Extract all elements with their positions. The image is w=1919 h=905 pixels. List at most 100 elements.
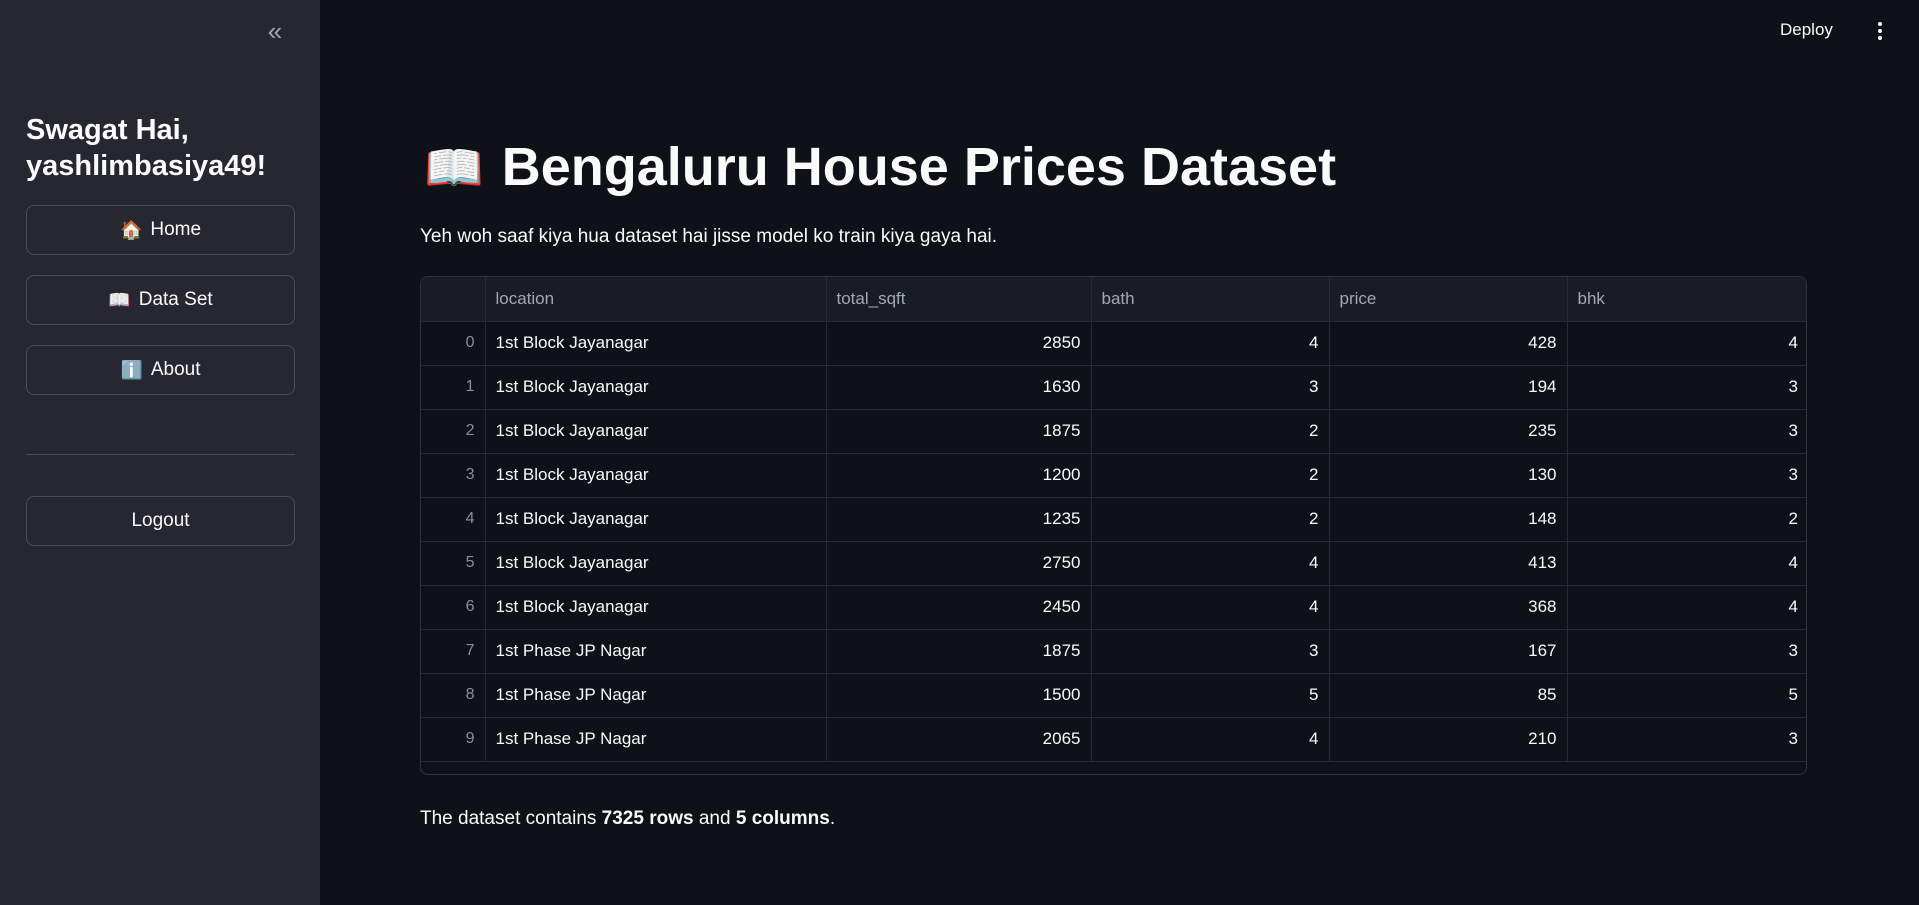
sidebar: « Swagat Hai, yashlimbasiya49! 🏠 Home 📖 … <box>0 0 320 905</box>
cell-bhk[interactable]: 3 <box>1567 717 1806 762</box>
cell-total-sqft[interactable]: 1200 <box>826 453 1092 498</box>
cell-price[interactable]: 413 <box>1329 541 1568 586</box>
cell-location[interactable]: 1st Block Jayanagar <box>485 321 827 366</box>
cell-bhk[interactable]: 3 <box>1567 409 1806 454</box>
logout-button[interactable]: Logout <box>26 496 295 546</box>
cell-bath[interactable]: 4 <box>1091 585 1330 630</box>
cell-bhk[interactable]: 2 <box>1567 497 1806 542</box>
cell-price[interactable]: 148 <box>1329 497 1568 542</box>
table-row[interactable]: 8 1st Phase JP Nagar 1500 5 85 5 <box>421 673 1806 718</box>
data-set-button[interactable]: 📖 Data Set <box>26 275 295 325</box>
house-icon: 🏠 <box>119 219 143 240</box>
table-row[interactable]: 2 1st Block Jayanagar 1875 2 235 3 <box>421 409 1806 454</box>
cell-total-sqft[interactable]: 2065 <box>826 717 1092 762</box>
table-row[interactable]: 4 1st Block Jayanagar 1235 2 148 2 <box>421 497 1806 542</box>
cell-bhk[interactable]: 5 <box>1567 673 1806 718</box>
page-title: 📖 Bengaluru House Prices Dataset <box>424 136 1336 198</box>
cell-total-sqft[interactable]: 2850 <box>826 321 1092 366</box>
cell-bhk[interactable]: 3 <box>1567 365 1806 410</box>
cell-location[interactable]: 1st Block Jayanagar <box>485 497 827 542</box>
cell-bath[interactable]: 2 <box>1091 497 1330 542</box>
column-header-bath[interactable]: bath <box>1091 277 1330 322</box>
table-body: 0 1st Block Jayanagar 2850 4 428 4 1 1st Block … <box>421 321 1806 762</box>
cell-total-sqft[interactable]: 1235 <box>826 497 1092 542</box>
table-row[interactable]: 1 1st Block Jayanagar 1630 3 194 3 <box>421 365 1806 410</box>
cell-bhk[interactable]: 3 <box>1567 629 1806 674</box>
cell-total-sqft[interactable]: 2750 <box>826 541 1092 586</box>
about-button[interactable]: ℹ️ About <box>26 345 295 395</box>
row-index[interactable]: 8 <box>421 673 486 718</box>
home-button-label: Home <box>150 219 202 240</box>
cell-location[interactable]: 1st Block Jayanagar <box>485 409 827 454</box>
dataset-summary: The dataset contains 7325 rows and 5 col… <box>420 808 835 830</box>
table-header-row: location total_sqft bath price bhk <box>421 277 1806 322</box>
column-header-price[interactable]: price <box>1329 277 1568 322</box>
cell-location[interactable]: 1st Block Jayanagar <box>485 541 827 586</box>
cell-bhk[interactable]: 4 <box>1567 585 1806 630</box>
column-header-index[interactable] <box>421 277 486 322</box>
cell-location[interactable]: 1st Phase JP Nagar <box>485 717 827 762</box>
cell-location[interactable]: 1st Phase JP Nagar <box>485 673 827 718</box>
cell-location[interactable]: 1st Phase JP Nagar <box>485 629 827 674</box>
cell-bhk[interactable]: 4 <box>1567 541 1806 586</box>
page-title-text: Bengaluru House Prices Dataset <box>501 137 1337 197</box>
row-index[interactable]: 9 <box>421 717 486 762</box>
row-index[interactable]: 1 <box>421 365 486 410</box>
cell-price[interactable]: 210 <box>1329 717 1568 762</box>
row-index[interactable]: 5 <box>421 541 486 586</box>
cell-bath[interactable]: 5 <box>1091 673 1330 718</box>
cell-bath[interactable]: 4 <box>1091 541 1330 586</box>
cell-price[interactable]: 235 <box>1329 409 1568 454</box>
cell-bath[interactable]: 4 <box>1091 717 1330 762</box>
sidebar-divider <box>26 454 295 455</box>
vertical-dots-icon[interactable] <box>1868 18 1892 44</box>
cell-total-sqft[interactable]: 1500 <box>826 673 1092 718</box>
data-set-button-label: Data Set <box>138 289 213 310</box>
cell-total-sqft[interactable]: 2450 <box>826 585 1092 630</box>
summary-suffix: . <box>829 808 836 829</box>
cell-total-sqft[interactable]: 1875 <box>826 409 1092 454</box>
book-icon: 📖 <box>424 141 484 195</box>
row-index[interactable]: 4 <box>421 497 486 542</box>
cell-location[interactable]: 1st Block Jayanagar <box>485 365 827 410</box>
cell-location[interactable]: 1st Block Jayanagar <box>485 585 827 630</box>
cell-bath[interactable]: 3 <box>1091 365 1330 410</box>
table-row[interactable]: 5 1st Block Jayanagar 2750 4 413 4 <box>421 541 1806 586</box>
dataframe-table[interactable]: location total_sqft bath price bhk 0 1st … <box>420 276 1807 775</box>
cell-price[interactable]: 194 <box>1329 365 1568 410</box>
cell-price[interactable]: 428 <box>1329 321 1568 366</box>
cell-price[interactable]: 130 <box>1329 453 1568 498</box>
table-row[interactable]: 6 1st Block Jayanagar 2450 4 368 4 <box>421 585 1806 630</box>
cell-bath[interactable]: 2 <box>1091 453 1330 498</box>
cell-price[interactable]: 85 <box>1329 673 1568 718</box>
deploy-button[interactable]: Deploy <box>1780 20 1833 44</box>
cell-price[interactable]: 368 <box>1329 585 1568 630</box>
cell-bath[interactable]: 2 <box>1091 409 1330 454</box>
cell-total-sqft[interactable]: 1630 <box>826 365 1092 410</box>
logout-button-label: Logout <box>131 510 190 531</box>
column-header-location[interactable]: location <box>485 277 827 322</box>
row-index[interactable]: 7 <box>421 629 486 674</box>
cell-price[interactable]: 167 <box>1329 629 1568 674</box>
collapse-sidebar-icon[interactable]: « <box>258 14 292 48</box>
cell-location[interactable]: 1st Block Jayanagar <box>485 453 827 498</box>
row-index[interactable]: 6 <box>421 585 486 630</box>
column-header-bhk[interactable]: bhk <box>1567 277 1806 322</box>
row-index[interactable]: 3 <box>421 453 486 498</box>
cell-bath[interactable]: 4 <box>1091 321 1330 366</box>
row-index[interactable]: 0 <box>421 321 486 366</box>
cell-bhk[interactable]: 4 <box>1567 321 1806 366</box>
about-button-label: About <box>150 359 201 380</box>
table-row[interactable]: 9 1st Phase JP Nagar 2065 4 210 3 <box>421 717 1806 762</box>
table-row[interactable]: 7 1st Phase JP Nagar 1875 3 167 3 <box>421 629 1806 674</box>
cell-total-sqft[interactable]: 1875 <box>826 629 1092 674</box>
column-header-total-sqft[interactable]: total_sqft <box>826 277 1092 322</box>
cell-bath[interactable]: 3 <box>1091 629 1330 674</box>
row-index[interactable]: 2 <box>421 409 486 454</box>
home-button[interactable]: 🏠 Home <box>26 205 295 255</box>
table-row[interactable]: 3 1st Block Jayanagar 1200 2 130 3 <box>421 453 1806 498</box>
info-icon: ℹ️ <box>120 359 143 380</box>
cell-bhk[interactable]: 3 <box>1567 453 1806 498</box>
book-icon: 📖 <box>108 289 131 310</box>
table-row[interactable]: 0 1st Block Jayanagar 2850 4 428 4 <box>421 321 1806 366</box>
